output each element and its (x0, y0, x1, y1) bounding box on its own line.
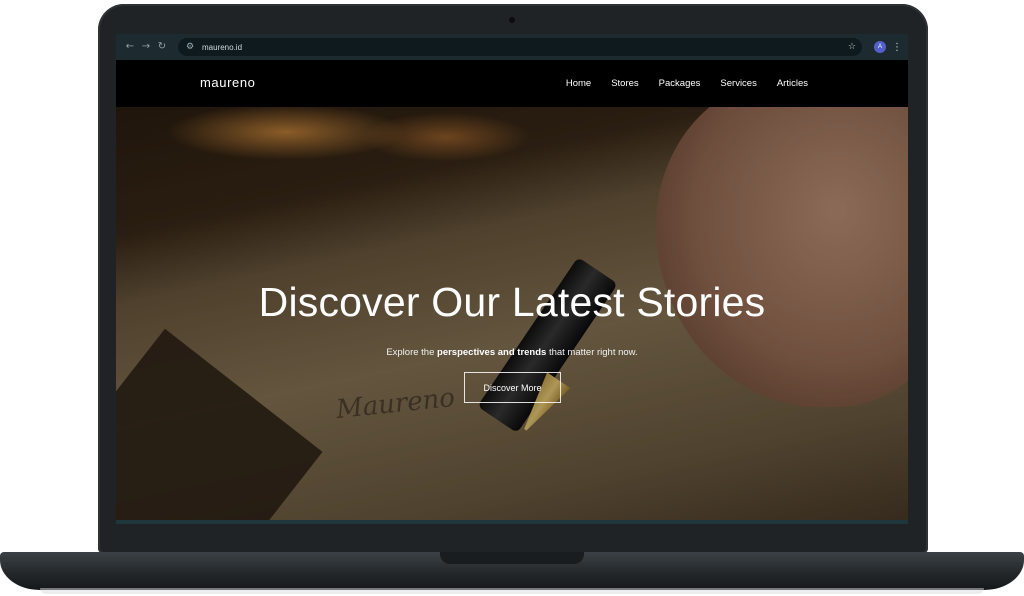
hero-subtitle-prefix: Explore the (386, 347, 438, 358)
nav-home[interactable]: Home (566, 78, 591, 89)
address-bar[interactable]: ⚙ maureno.id ☆ (178, 38, 862, 56)
url-text: maureno.id (202, 42, 243, 52)
laptop-base-shadow (40, 588, 984, 594)
forward-arrow-icon[interactable]: → (138, 39, 154, 55)
site-logo[interactable]: maureno (200, 75, 256, 90)
menu-kebab-icon[interactable]: ⋮ (892, 42, 902, 53)
hero-section: Maureno Discover Our Latest Stories Expl… (116, 107, 908, 524)
back-arrow-icon[interactable]: ← (122, 39, 138, 55)
browser-toolbar: ← → ↻ ⚙ maureno.id ☆ A ⋮ (116, 34, 908, 60)
site-settings-icon[interactable]: ⚙ (184, 41, 196, 53)
nav-stores[interactable]: Stores (611, 78, 638, 89)
laptop-base-notch (440, 552, 584, 564)
reload-icon[interactable]: ↻ (154, 39, 170, 55)
screen-bottom-edge (116, 520, 908, 524)
profile-avatar-icon[interactable]: A (874, 41, 886, 53)
hero-title: Discover Our Latest Stories (258, 279, 766, 325)
hero-subtitle-bold: perspectives and trends (437, 347, 547, 358)
nav-packages[interactable]: Packages (659, 78, 701, 89)
site-navbar: maureno Home Stores Packages Services Ar… (116, 60, 908, 107)
webcam (509, 17, 515, 23)
hero-subtitle: Explore the perspectives and trends that… (116, 347, 908, 358)
hero-subtitle-suffix: that matter right now. (546, 347, 638, 358)
nav-articles[interactable]: Articles (777, 78, 808, 89)
discover-more-button[interactable]: Discover More (464, 372, 561, 403)
nav-services[interactable]: Services (720, 78, 756, 89)
bookmark-star-icon[interactable]: ☆ (848, 42, 856, 52)
nav-links: Home Stores Packages Services Articles (566, 78, 808, 89)
laptop-screen: ← → ↻ ⚙ maureno.id ☆ A ⋮ maureno Home St… (116, 34, 908, 524)
